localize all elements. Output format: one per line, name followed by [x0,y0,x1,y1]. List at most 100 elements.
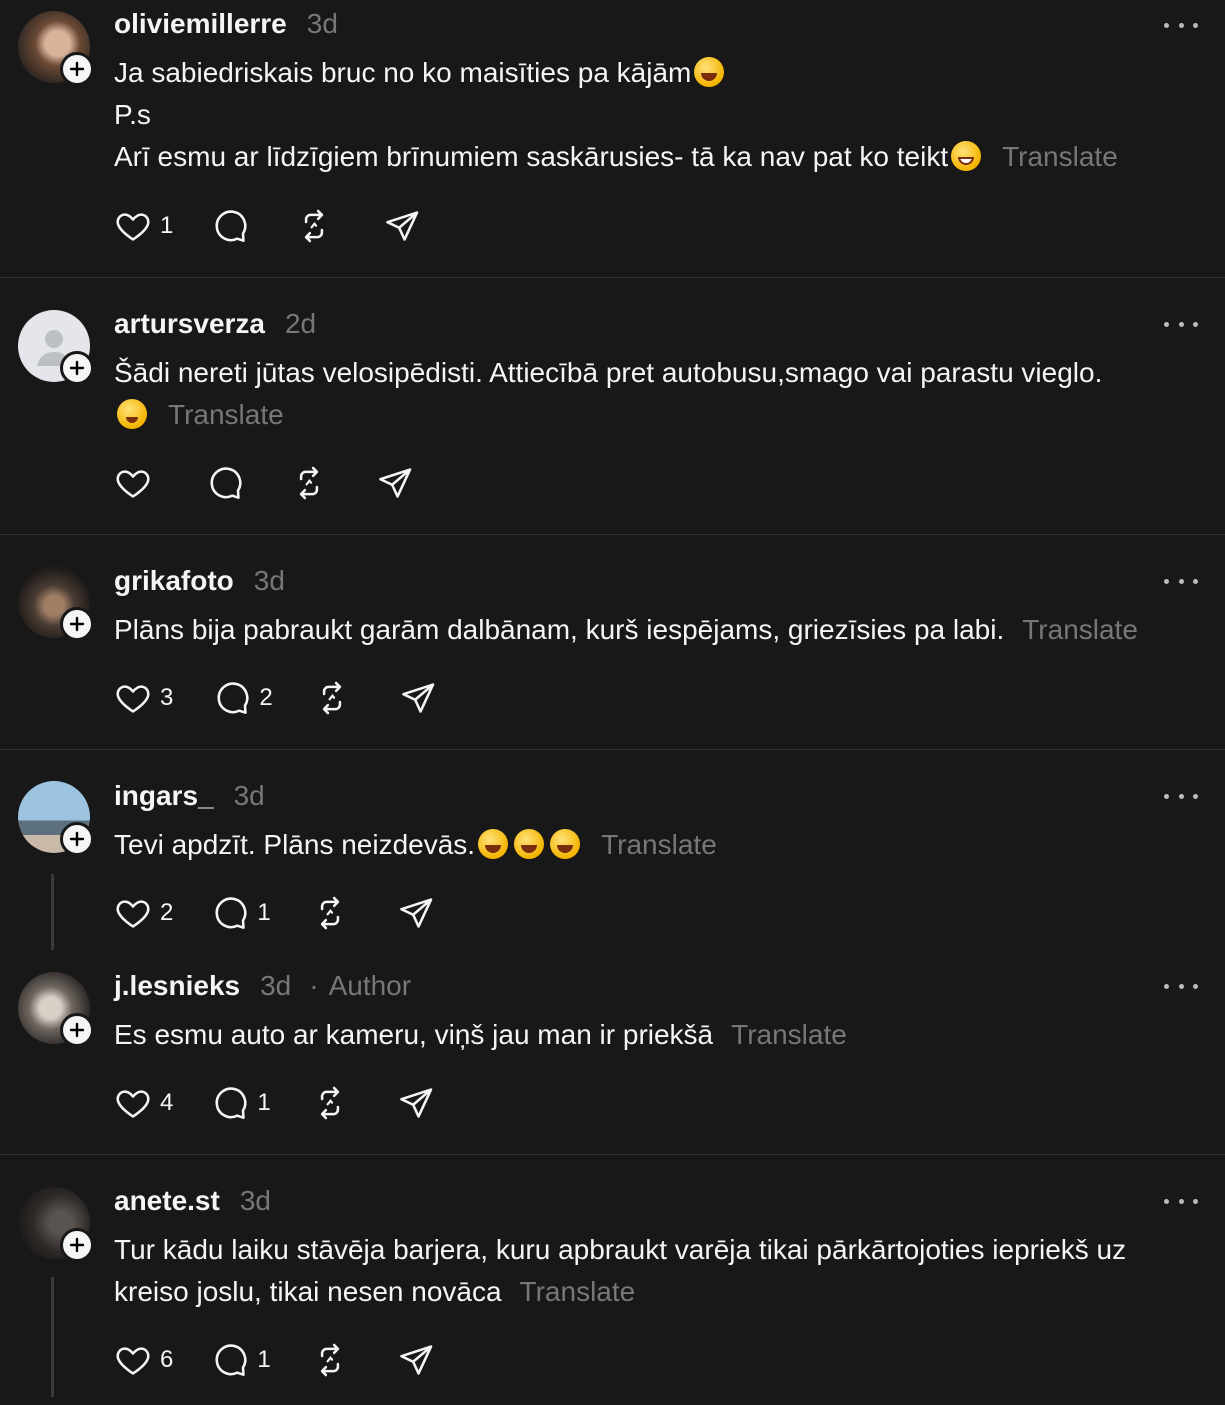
thread-line [51,874,54,950]
reply-count: 1 [257,899,271,926]
translate-link[interactable]: Translate [731,1019,847,1050]
share-icon [397,894,435,932]
repost-icon [311,894,349,932]
heart-icon [114,1084,152,1122]
post-text-line: Es esmu auto ar kameru, viņš jau man ir … [114,1019,714,1050]
dizzy-face-emoji-icon [117,399,147,429]
comment-icon [211,894,249,932]
comment-icon [211,207,249,245]
translate-link[interactable]: Translate [601,829,717,860]
like-count: 4 [160,1089,174,1116]
post-text: Tevi apdzīt. Plāns neizdevās. Translate [114,824,1204,866]
timestamp[interactable]: 3d [260,970,291,1002]
post-text: Es esmu auto ar kameru, viņš jau man ir … [114,1014,1204,1056]
share-icon [383,207,421,245]
share-button[interactable] [397,1340,435,1380]
like-count: 3 [160,684,174,711]
thread-line [51,1277,54,1397]
username[interactable]: j.lesnieks [114,970,240,1002]
share-button[interactable] [397,893,435,933]
follow-plus-icon[interactable] [60,1013,94,1047]
more-options-icon[interactable] [1164,1196,1198,1206]
share-button[interactable] [383,206,421,246]
timestamp[interactable]: 3d [234,780,265,812]
like-button[interactable]: 4 [114,1083,173,1123]
more-options-icon[interactable] [1164,319,1198,329]
share-icon [397,1084,435,1122]
follow-plus-icon[interactable] [60,607,94,641]
post-text-line: kreiso joslu, tikai nesen novāca [114,1276,502,1307]
post-text-line: Plāns bija pabraukt garām dalbānam, kurš… [114,614,1005,645]
follow-plus-icon[interactable] [60,52,94,86]
post-text: Plāns bija pabraukt garām dalbānam, kurš… [114,609,1204,651]
repost-button[interactable] [311,1340,349,1380]
rofl-emoji-icon [514,829,545,859]
like-button[interactable]: 2 [114,893,173,933]
reply-button[interactable]: 1 [211,1083,271,1123]
username[interactable]: artursverza [114,308,265,340]
username[interactable]: ingars_ [114,780,214,812]
like-count: 6 [160,1346,174,1373]
comment-icon [211,1341,249,1379]
repost-button[interactable] [290,463,328,503]
translate-link[interactable]: Translate [168,399,284,430]
post-text-line: P.s [114,99,151,130]
comment-post: j.lesnieks 3d · Author Es esmu auto ar k… [0,955,1225,1154]
reply-count: 1 [257,1089,271,1116]
grinning-emoji-icon [951,141,982,171]
follow-plus-icon[interactable] [60,351,94,385]
timestamp[interactable]: 3d [254,565,285,597]
like-count: 2 [160,899,174,926]
timestamp[interactable]: 3d [240,1185,271,1217]
translate-link[interactable]: Translate [1022,614,1138,645]
username[interactable]: oliviemillerre [114,8,287,40]
repost-button[interactable] [295,206,333,246]
comment-icon [211,1084,249,1122]
timestamp[interactable]: 2d [285,308,316,340]
reply-button[interactable]: 1 [211,1340,271,1380]
more-options-icon[interactable] [1164,791,1198,801]
share-button[interactable] [376,463,414,503]
more-options-icon[interactable] [1164,576,1198,586]
share-button[interactable] [397,1083,435,1123]
comment-icon [206,464,244,502]
translate-link[interactable]: Translate [1002,141,1118,172]
reply-button[interactable] [211,206,249,246]
like-button[interactable]: 3 [114,678,173,718]
timestamp[interactable]: 3d [307,8,338,40]
like-button[interactable]: 6 [114,1340,173,1380]
reply-button[interactable]: 1 [211,893,271,933]
heart-icon [114,1341,152,1379]
comment-post: ingars_ 3d Tevi apdzīt. Plāns neizdevās.… [0,750,1225,965]
like-button[interactable] [114,463,160,503]
more-options-icon[interactable] [1164,981,1198,991]
username[interactable]: anete.st [114,1185,220,1217]
reply-button[interactable] [206,463,244,503]
reply-button[interactable]: 2 [213,678,273,718]
repost-icon [295,207,333,245]
share-button[interactable] [399,678,437,718]
heart-icon [114,894,152,932]
repost-button[interactable] [311,1083,349,1123]
like-count: 1 [160,212,174,239]
follow-plus-icon[interactable] [60,822,94,856]
share-icon [376,464,414,502]
translate-link[interactable]: Translate [520,1276,636,1307]
share-icon [399,679,437,717]
author-badge: Author [328,970,412,1001]
repost-button[interactable] [313,678,351,718]
like-button[interactable]: 1 [114,206,173,246]
post-text-line: Šādi nereti jūtas velosipēdisti. Attiecī… [114,357,1103,388]
repost-icon [290,464,328,502]
reply-count: 2 [259,684,273,711]
repost-icon [311,1084,349,1122]
separator-dot: · [309,970,319,1001]
username[interactable]: grikafoto [114,565,234,597]
more-options-icon[interactable] [1164,20,1198,30]
repost-icon [311,1341,349,1379]
follow-plus-icon[interactable] [60,1228,94,1262]
repost-button[interactable] [311,893,349,933]
post-text-line: Ja sabiedriskais bruc no ko maisīties pa… [114,57,692,88]
laughing-emoji-icon [694,57,725,87]
comment-post: anete.st 3d Tur kādu laiku stāvēja barje… [0,1155,1225,1405]
